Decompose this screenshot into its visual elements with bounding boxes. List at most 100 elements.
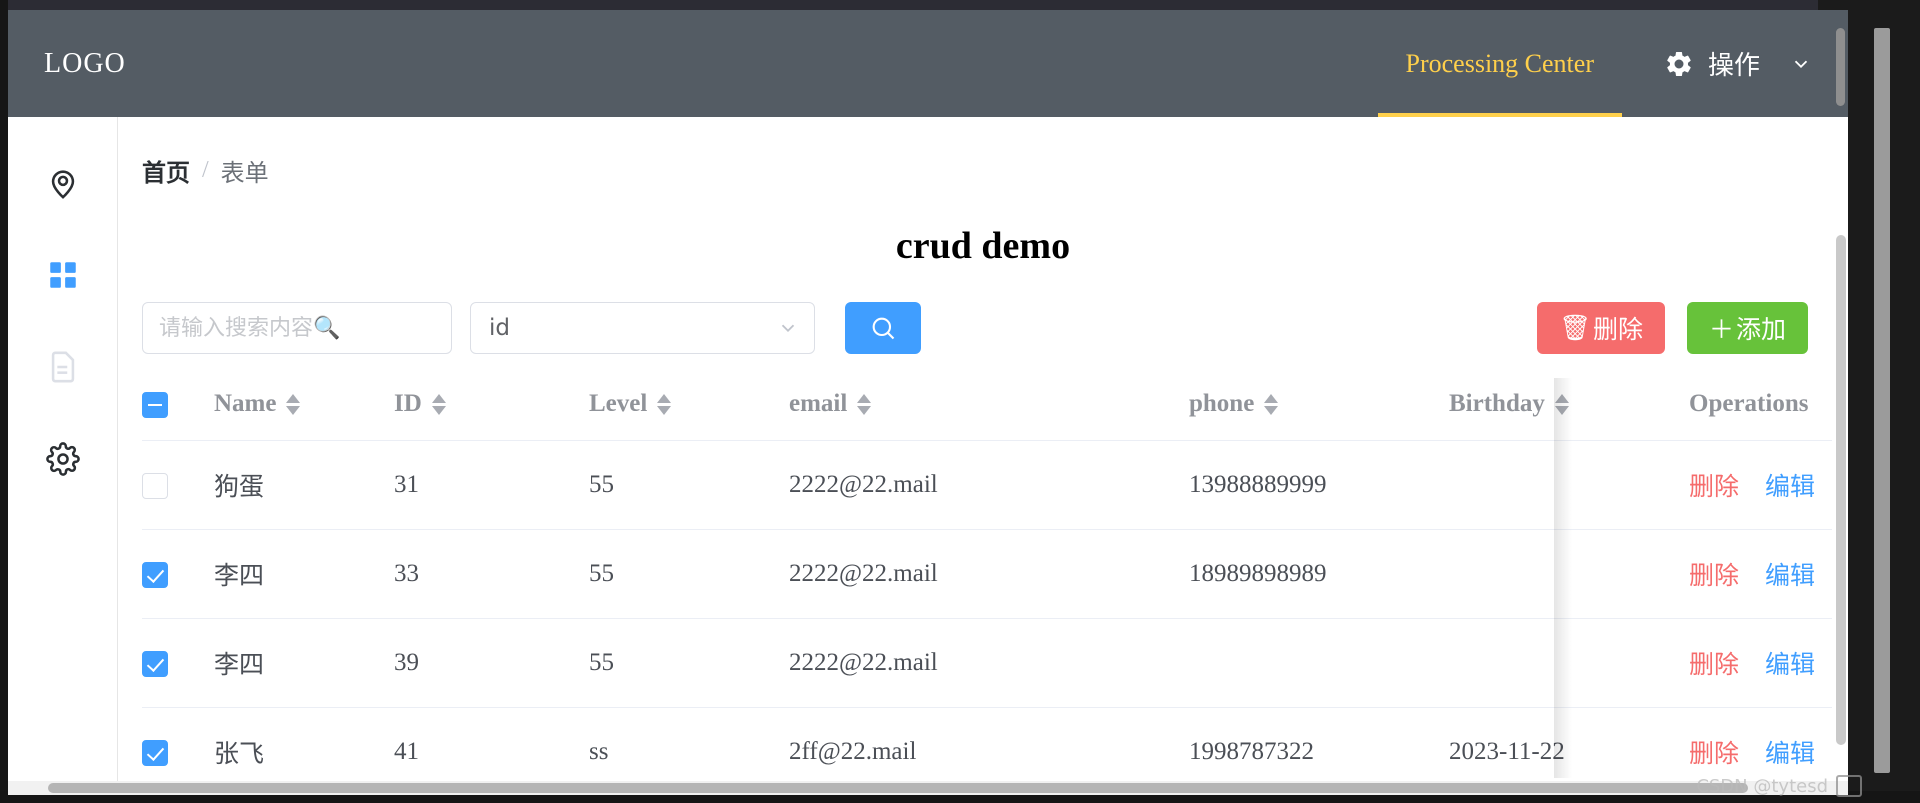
select-all-checkbox[interactable] (142, 392, 168, 419)
row-edit-link[interactable]: 编辑 (1765, 734, 1815, 770)
cell-email: 2222@22.mail (789, 440, 1189, 531)
row-delete-link[interactable]: 删除 (1689, 556, 1739, 592)
table-row[interactable]: 狗蛋 31 55 2222@22.mail 13988889999 删除 编辑 (142, 440, 1832, 531)
cell-birthday: 2023-11-22 (1449, 707, 1669, 778)
sort-arrows-icon[interactable] (286, 393, 301, 415)
toolbar-action-group: 🗑 删除 ＋ 添加 (1537, 302, 1808, 354)
cell-phone: 18989898989 (1189, 529, 1449, 620)
cell-phone: 13988889999 (1189, 440, 1449, 531)
row-select-cell (142, 707, 214, 778)
row-select-cell (142, 529, 214, 620)
breadcrumb: 首页 / 表单 (118, 117, 1848, 188)
add-button-label: 添加 (1735, 315, 1786, 344)
delete-button[interactable]: 🗑 删除 (1537, 302, 1665, 354)
row-delete-link[interactable]: 删除 (1689, 734, 1739, 770)
row-checkbox[interactable] (142, 651, 168, 678)
th-level[interactable]: Level (589, 378, 789, 442)
search-button[interactable] (845, 302, 921, 354)
th-name-label: Name (214, 390, 277, 418)
th-name[interactable]: Name (214, 378, 394, 442)
navbar-scrollbar-thumb[interactable] (1836, 28, 1845, 106)
th-level-label: Level (589, 390, 648, 418)
th-phone-label: phone (1189, 390, 1255, 418)
cell-email: 2222@22.mail (789, 618, 1189, 709)
row-select-cell (142, 618, 214, 709)
th-email-label: email (789, 390, 848, 418)
cell-birthday (1449, 618, 1669, 709)
cell-name: 李四 (214, 529, 394, 620)
location-pin-icon (51, 170, 74, 199)
data-table-wrapper: Name ID Level email phone Birthday Opera… (142, 378, 1832, 778)
table-head: Name ID Level email phone Birthday Opera… (142, 378, 1832, 442)
sort-arrows-icon[interactable] (431, 393, 446, 415)
row-delete-link[interactable]: 删除 (1689, 645, 1739, 681)
page-viewport: LOGO Processing Center 操作 首页 / 表单 crud d… (8, 10, 1848, 795)
th-id[interactable]: ID (394, 378, 589, 442)
sort-arrows-icon[interactable] (857, 393, 872, 415)
trash-icon: 🗑 (1559, 313, 1591, 342)
chevron-down-icon (1794, 60, 1808, 68)
cell-name: 李四 (214, 618, 394, 709)
search-icon (872, 317, 895, 340)
th-select-all (142, 378, 214, 442)
cell-operations: 删除 编辑 (1669, 707, 1832, 778)
row-select-cell (142, 440, 214, 531)
chevron-down-icon (781, 324, 795, 333)
sidebar-item-document[interactable] (8, 321, 118, 413)
search-field-select[interactable]: id (470, 302, 815, 354)
outer-scrollbar-thumb[interactable] (1874, 28, 1890, 773)
content-scrollbar-thumb[interactable] (1836, 235, 1846, 745)
cell-level: 55 (589, 529, 789, 620)
nav-operations-label: 操作 (1707, 51, 1760, 80)
nav-item-operations[interactable]: 操作 (1622, 10, 1848, 117)
sort-arrows-icon[interactable] (657, 393, 672, 415)
search-field-select-box[interactable]: id (470, 302, 815, 354)
app-logo[interactable]: LOGO (44, 48, 126, 80)
gear-icon (45, 442, 80, 476)
document-icon (51, 351, 74, 383)
th-birthday[interactable]: Birthday (1449, 378, 1669, 442)
table-row[interactable]: 李四 33 55 2222@22.mail 18989898989 删除 编辑 (142, 529, 1832, 620)
th-operations-label: Operations (1689, 390, 1809, 418)
cell-level: 55 (589, 618, 789, 709)
sidebar-item-apps[interactable] (8, 229, 118, 321)
row-edit-link[interactable]: 编辑 (1765, 556, 1815, 592)
th-operations: Operations (1669, 378, 1832, 442)
row-edit-link[interactable]: 编辑 (1765, 645, 1815, 681)
sort-arrows-icon[interactable] (1264, 393, 1279, 415)
breadcrumb-separator: / (202, 157, 209, 183)
cell-operations: 删除 编辑 (1669, 440, 1832, 531)
cell-id: 33 (394, 529, 589, 620)
cell-birthday (1449, 440, 1669, 531)
cell-id: 41 (394, 707, 589, 778)
table-row[interactable]: 张飞 41 ss 2ff@22.mail 1998787322 2023-11-22 删除编… (142, 707, 1832, 778)
cell-operations: 删除 编辑 (1669, 618, 1832, 709)
sort-arrows-icon[interactable] (1554, 393, 1569, 415)
th-phone[interactable]: phone (1189, 378, 1449, 442)
add-button[interactable]: ＋ 添加 (1686, 302, 1808, 354)
left-sidebar (8, 117, 118, 795)
sidebar-item-settings[interactable] (8, 413, 118, 505)
plus-icon: ＋ (1708, 315, 1734, 344)
horizontal-scrollbar-thumb[interactable] (48, 783, 1748, 793)
row-checkbox[interactable] (142, 473, 168, 500)
row-checkbox[interactable] (142, 562, 168, 589)
th-email[interactable]: email (789, 378, 1189, 442)
os-left-edge (0, 0, 8, 803)
cell-level: 55 (589, 440, 789, 531)
main-content: 首页 / 表单 crud demo id (118, 117, 1848, 795)
sidebar-item-location[interactable] (8, 137, 118, 229)
nav-item-processing-center[interactable]: Processing Center (1377, 10, 1623, 117)
row-edit-link[interactable]: 编辑 (1765, 467, 1815, 503)
search-input[interactable] (142, 302, 452, 354)
data-table: Name ID Level email phone Birthday Opera… (142, 378, 1832, 778)
gear-icon (1664, 49, 1694, 79)
cell-email: 2ff@22.mail (789, 707, 1189, 778)
horizontal-scrollbar-track[interactable] (8, 781, 1848, 795)
table-header-row: Name ID Level email phone Birthday Opera… (142, 378, 1832, 442)
delete-button-label: 删除 (1592, 315, 1643, 344)
row-delete-link[interactable]: 删除 (1689, 467, 1739, 503)
table-row[interactable]: 李四 39 55 2222@22.mail 删除 编辑 (142, 618, 1832, 709)
row-checkbox[interactable] (142, 740, 168, 767)
breadcrumb-home[interactable]: 首页 (142, 153, 190, 188)
